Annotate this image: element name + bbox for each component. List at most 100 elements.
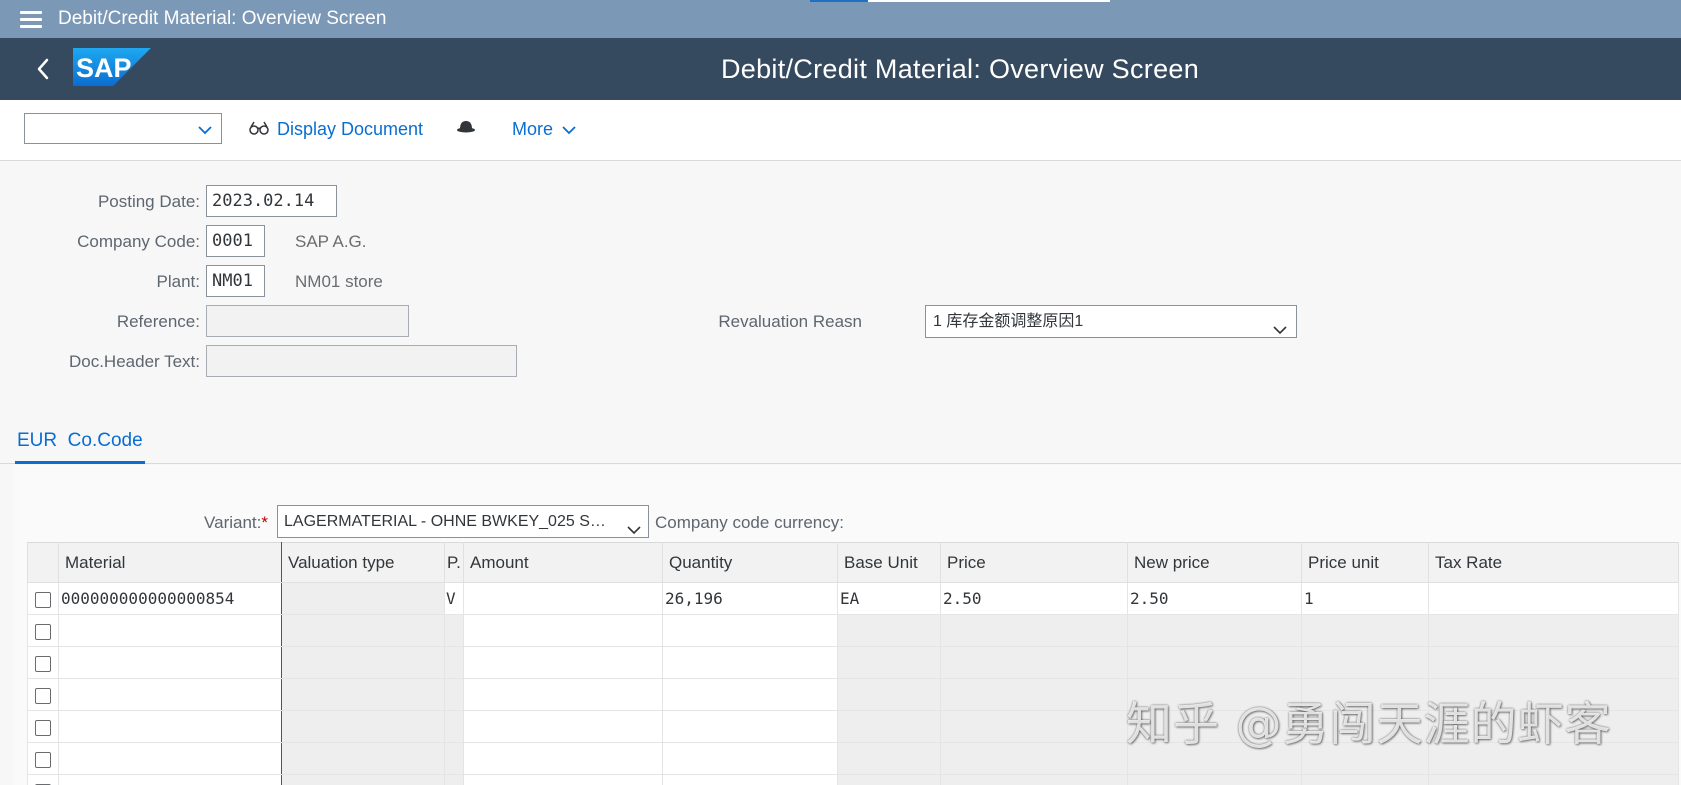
row-checkbox[interactable]: [35, 623, 51, 640]
cell-p[interactable]: [444, 774, 464, 785]
column-header-amount[interactable]: Amount: [463, 542, 663, 583]
revaluation-reason-select[interactable]: 1 库存金额调整原因1: [925, 305, 1297, 338]
doc-header-text-field[interactable]: [206, 345, 517, 377]
row-select-cell[interactable]: [27, 742, 59, 775]
cell-quantity[interactable]: [662, 710, 838, 743]
cell-amount[interactable]: [463, 710, 663, 743]
cell-p[interactable]: [444, 678, 464, 711]
cell-base-unit[interactable]: EA: [837, 582, 941, 615]
toolbar-dropdown[interactable]: [24, 113, 222, 144]
cell-valuation-type[interactable]: [281, 678, 445, 711]
reference-field[interactable]: [206, 305, 409, 337]
row-select-cell[interactable]: [27, 614, 59, 647]
row-select-cell[interactable]: [27, 678, 59, 711]
cell-valuation-type[interactable]: [281, 742, 445, 775]
cell-material[interactable]: [58, 710, 282, 743]
cell-price[interactable]: [940, 742, 1128, 775]
plant-field[interactable]: NM01: [206, 265, 265, 297]
variant-select[interactable]: LAGERMATERIAL - OHNE BWKEY_025 S…: [277, 505, 649, 538]
cell-tax-rate[interactable]: [1428, 774, 1679, 785]
cell-price-unit[interactable]: [1301, 646, 1429, 679]
cell-quantity[interactable]: 26,196: [662, 582, 838, 615]
cell-amount[interactable]: [463, 774, 663, 785]
hat-button[interactable]: [456, 114, 476, 144]
column-header-p[interactable]: P.: [444, 542, 464, 583]
row-select-cell[interactable]: [27, 646, 59, 679]
cell-base-unit[interactable]: [837, 614, 941, 647]
cell-valuation-type[interactable]: [281, 710, 445, 743]
row-checkbox[interactable]: [35, 751, 51, 768]
column-header-price-unit[interactable]: Price unit: [1301, 542, 1429, 583]
cell-new-price[interactable]: [1127, 774, 1302, 785]
column-header-new-price[interactable]: New price: [1127, 542, 1302, 583]
column-header-valuation-type[interactable]: Valuation type: [281, 542, 445, 583]
tab-eur-co-code[interactable]: EUR Co.Code: [15, 426, 145, 464]
cell-material[interactable]: [58, 646, 282, 679]
cell-material[interactable]: 000000000000000854: [58, 582, 282, 615]
cell-quantity[interactable]: [662, 742, 838, 775]
row-select-cell[interactable]: [27, 774, 59, 785]
row-checkbox[interactable]: [35, 591, 51, 608]
cell-valuation-type[interactable]: [281, 582, 445, 615]
row-checkbox[interactable]: [35, 655, 51, 672]
table-row[interactable]: [27, 774, 1679, 785]
cell-p[interactable]: V: [444, 582, 464, 615]
cell-quantity[interactable]: [662, 774, 838, 785]
cell-price[interactable]: [940, 646, 1128, 679]
cell-base-unit[interactable]: [837, 774, 941, 785]
cell-amount[interactable]: [463, 678, 663, 711]
cell-price-unit[interactable]: 1: [1301, 582, 1429, 615]
cell-valuation-type[interactable]: [281, 614, 445, 647]
row-select-cell[interactable]: [27, 582, 59, 615]
cell-price[interactable]: [940, 710, 1128, 743]
company-code-field[interactable]: 0001: [206, 225, 265, 257]
cell-valuation-type[interactable]: [281, 646, 445, 679]
table-row[interactable]: [27, 614, 1679, 647]
column-header-material[interactable]: Material: [58, 542, 282, 583]
cell-new-price[interactable]: [1127, 614, 1302, 647]
cell-tax-rate[interactable]: [1428, 582, 1679, 615]
cell-tax-rate[interactable]: [1428, 646, 1679, 679]
menu-icon[interactable]: [20, 10, 42, 28]
cell-p[interactable]: [444, 742, 464, 775]
cell-valuation-type[interactable]: [281, 774, 445, 785]
cell-quantity[interactable]: [662, 614, 838, 647]
row-checkbox[interactable]: [35, 687, 51, 704]
cell-price[interactable]: [940, 678, 1128, 711]
column-header-quantity[interactable]: Quantity: [662, 542, 838, 583]
posting-date-field[interactable]: 2023.02.14: [206, 185, 337, 217]
column-header-tax-rate[interactable]: Tax Rate: [1428, 542, 1679, 583]
cell-quantity[interactable]: [662, 646, 838, 679]
more-button[interactable]: More: [512, 114, 577, 144]
cell-price[interactable]: 2.50: [940, 582, 1128, 615]
cell-price[interactable]: [940, 614, 1128, 647]
display-document-button[interactable]: Display Document: [249, 114, 423, 144]
cell-price-unit[interactable]: [1301, 614, 1429, 647]
cell-p[interactable]: [444, 710, 464, 743]
cell-amount[interactable]: [463, 582, 663, 615]
cell-material[interactable]: [58, 678, 282, 711]
cell-amount[interactable]: [463, 646, 663, 679]
cell-base-unit[interactable]: [837, 678, 941, 711]
table-row[interactable]: 000000000000000854 V 26,196 EA 2.50 2.50 1: [27, 582, 1679, 615]
cell-tax-rate[interactable]: [1428, 614, 1679, 647]
column-header-price[interactable]: Price: [940, 542, 1128, 583]
cell-material[interactable]: [58, 614, 282, 647]
cell-quantity[interactable]: [662, 678, 838, 711]
column-header-base-unit[interactable]: Base Unit: [837, 542, 941, 583]
cell-new-price[interactable]: 2.50: [1127, 582, 1302, 615]
row-select-cell[interactable]: [27, 710, 59, 743]
cell-amount[interactable]: [463, 614, 663, 647]
cell-price[interactable]: [940, 774, 1128, 785]
cell-p[interactable]: [444, 646, 464, 679]
cell-base-unit[interactable]: [837, 742, 941, 775]
cell-base-unit[interactable]: [837, 710, 941, 743]
cell-amount[interactable]: [463, 742, 663, 775]
cell-p[interactable]: [444, 614, 464, 647]
cell-material[interactable]: [58, 774, 282, 785]
cell-material[interactable]: [58, 742, 282, 775]
select-all-cell[interactable]: [27, 542, 59, 583]
cell-base-unit[interactable]: [837, 646, 941, 679]
cell-price-unit[interactable]: [1301, 774, 1429, 785]
table-row[interactable]: [27, 646, 1679, 679]
